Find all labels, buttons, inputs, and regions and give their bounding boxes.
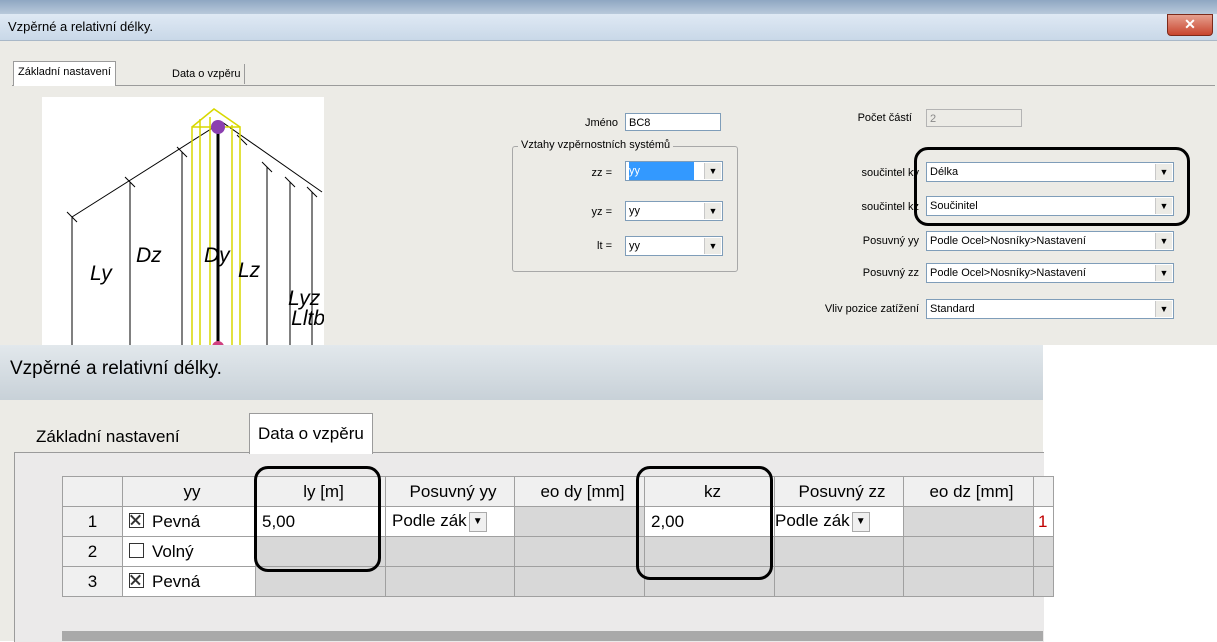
eo-dz-cell xyxy=(903,536,1034,567)
beam-diagram-svg: Ly Dz Dy Lz Lyz Lltb xyxy=(66,108,325,353)
column-header-yy[interactable]: yy xyxy=(122,476,256,507)
chevron-down-icon[interactable]: ▼ xyxy=(851,511,870,532)
yy-cell[interactable]: Pevná xyxy=(122,506,256,537)
sway-yy-cell[interactable]: Podle zák ▼ xyxy=(385,506,515,537)
sway-yy-select[interactable]: Podle Ocel>Nosníky>Nastavení ▼ xyxy=(926,231,1174,251)
sway-zz-label: Posuvný zz xyxy=(862,267,919,279)
tab-buckling-data[interactable]: Data o vzpěru xyxy=(249,413,373,454)
dialog-title: Vzpěrné a relativní délky. xyxy=(8,19,153,34)
chevron-down-icon[interactable]: ▼ xyxy=(1155,233,1172,249)
load-position-select[interactable]: Standard ▼ xyxy=(926,299,1174,319)
yy-value: Pevná xyxy=(152,511,201,531)
sway-yy-value: Podle zák xyxy=(392,511,467,531)
tab-basic-settings[interactable]: Základní nastavení xyxy=(13,61,116,86)
load-position-label: Vliv pozice zatížení xyxy=(824,303,919,315)
highlight-callout-kz xyxy=(636,466,773,580)
checkbox-checked-icon[interactable] xyxy=(129,572,144,588)
sway-zz-value: Podle zák xyxy=(775,511,850,531)
group-title: Vztahy vzpěrnostních systémů xyxy=(518,139,674,151)
label-dz: Dz xyxy=(136,244,162,267)
yz-select[interactable]: yy ▼ xyxy=(625,201,723,221)
sway-zz-cell[interactable]: Podle zák ▼ xyxy=(774,506,904,537)
checkbox-unchecked-icon[interactable] xyxy=(129,542,144,558)
tab-buckling-data[interactable]: Data o vzpěru xyxy=(168,64,246,84)
column-header-eo-dz[interactable]: eo dz [mm] xyxy=(903,476,1034,507)
steel-column xyxy=(191,108,241,348)
highlight-callout xyxy=(914,147,1190,226)
label-lz: Lz xyxy=(238,259,261,282)
name-input[interactable]: BC8 xyxy=(625,113,721,131)
label-ly: Ly xyxy=(90,262,113,285)
eo-dz-cell xyxy=(903,566,1034,597)
chevron-down-icon[interactable]: ▼ xyxy=(1155,301,1172,317)
beam-diagram: Ly Dz Dy Lz Lyz Lltb xyxy=(42,97,325,353)
eo-dy-cell xyxy=(514,566,645,597)
column-header[interactable] xyxy=(1033,476,1054,507)
extra-cell[interactable]: 1 xyxy=(1033,506,1054,537)
tab-basic-settings[interactable]: Základní nastavení xyxy=(28,420,188,454)
zz-select[interactable]: yy ▼ xyxy=(625,161,723,181)
parts-input: 2 xyxy=(926,109,1022,127)
extra-cell xyxy=(1033,536,1054,567)
row-number: 3 xyxy=(62,566,123,597)
node-top xyxy=(211,120,225,134)
label-lltb: Lltb xyxy=(291,307,324,330)
table-row: 3 Pevná xyxy=(62,566,1054,597)
chevron-down-icon[interactable]: ▼ xyxy=(1155,265,1172,281)
name-label: Jméno xyxy=(584,117,618,129)
yy-value: Volný xyxy=(152,541,194,561)
checkbox-checked-icon[interactable] xyxy=(129,512,144,528)
yz-value: yy xyxy=(629,205,640,217)
sway-zz-cell xyxy=(774,536,904,567)
grid-header-row: yy ly [m] Posuvný yy eo dy [mm] kz Posuv… xyxy=(62,476,1054,507)
column-header-sway-zz[interactable]: Posuvný zz xyxy=(774,476,904,507)
chevron-down-icon[interactable]: ▼ xyxy=(704,203,721,219)
buckling-data-grid: yy ly [m] Posuvný yy eo dy [mm] kz Posuv… xyxy=(62,476,1054,597)
highlight-callout-ly xyxy=(254,466,381,572)
sway-zz-cell xyxy=(774,566,904,597)
chevron-down-icon[interactable]: ▼ xyxy=(468,511,487,532)
load-position-value: Standard xyxy=(930,303,975,315)
close-button[interactable]: ✕ xyxy=(1167,14,1213,36)
column-header xyxy=(62,476,123,507)
eo-dz-cell xyxy=(903,506,1034,537)
lt-value: yy xyxy=(629,240,640,252)
lt-select[interactable]: yy ▼ xyxy=(625,236,723,256)
eo-dy-cell xyxy=(514,506,645,537)
zz-value: yy xyxy=(629,162,695,180)
parts-label: Počet částí xyxy=(857,112,912,124)
sway-yy-label: Posuvný yy xyxy=(862,235,919,247)
roof-line xyxy=(71,121,323,347)
zz-label: zz = xyxy=(591,167,612,179)
sway-yy-cell xyxy=(385,566,515,597)
row-number: 2 xyxy=(62,536,123,567)
sway-zz-select[interactable]: Podle Ocel>Nosníky>Nastavení ▼ xyxy=(926,263,1174,283)
chevron-down-icon[interactable]: ▼ xyxy=(704,163,721,179)
yz-label: yz = xyxy=(591,206,612,218)
yy-cell[interactable]: Pevná xyxy=(122,566,256,597)
dialog-title: Vzpěrné a relativní délky. xyxy=(10,358,222,379)
column-header-eo-dy[interactable]: eo dy [mm] xyxy=(514,476,645,507)
yy-cell[interactable]: Volný xyxy=(122,536,256,567)
yy-value: Pevná xyxy=(152,571,201,591)
eo-dy-cell xyxy=(514,536,645,567)
sway-yy-cell xyxy=(385,536,515,567)
title-bar xyxy=(0,14,1217,41)
column-header-sway-yy[interactable]: Posuvný yy xyxy=(385,476,515,507)
coef-kz-label: součintel kz xyxy=(861,201,919,213)
background-window-strip xyxy=(0,0,1217,14)
lt-label: lt = xyxy=(597,240,612,252)
sway-zz-value: Podle Ocel>Nosníky>Nastavení xyxy=(930,267,1086,279)
label-dy: Dy xyxy=(204,244,231,267)
chevron-down-icon[interactable]: ▼ xyxy=(704,238,721,254)
grid-footer-bar xyxy=(62,631,1043,641)
coef-ky-label: součintel ky xyxy=(861,167,919,179)
blank-margin xyxy=(1043,345,1217,641)
table-row: 1 Pevná 5,00 Podle zák ▼ 2,00 Podle zák ▼ … xyxy=(62,506,1054,537)
sway-yy-value: Podle Ocel>Nosníky>Nastavení xyxy=(930,235,1086,247)
row-number: 1 xyxy=(62,506,123,537)
extra-cell xyxy=(1033,566,1054,597)
table-row: 2 Volný xyxy=(62,536,1054,567)
